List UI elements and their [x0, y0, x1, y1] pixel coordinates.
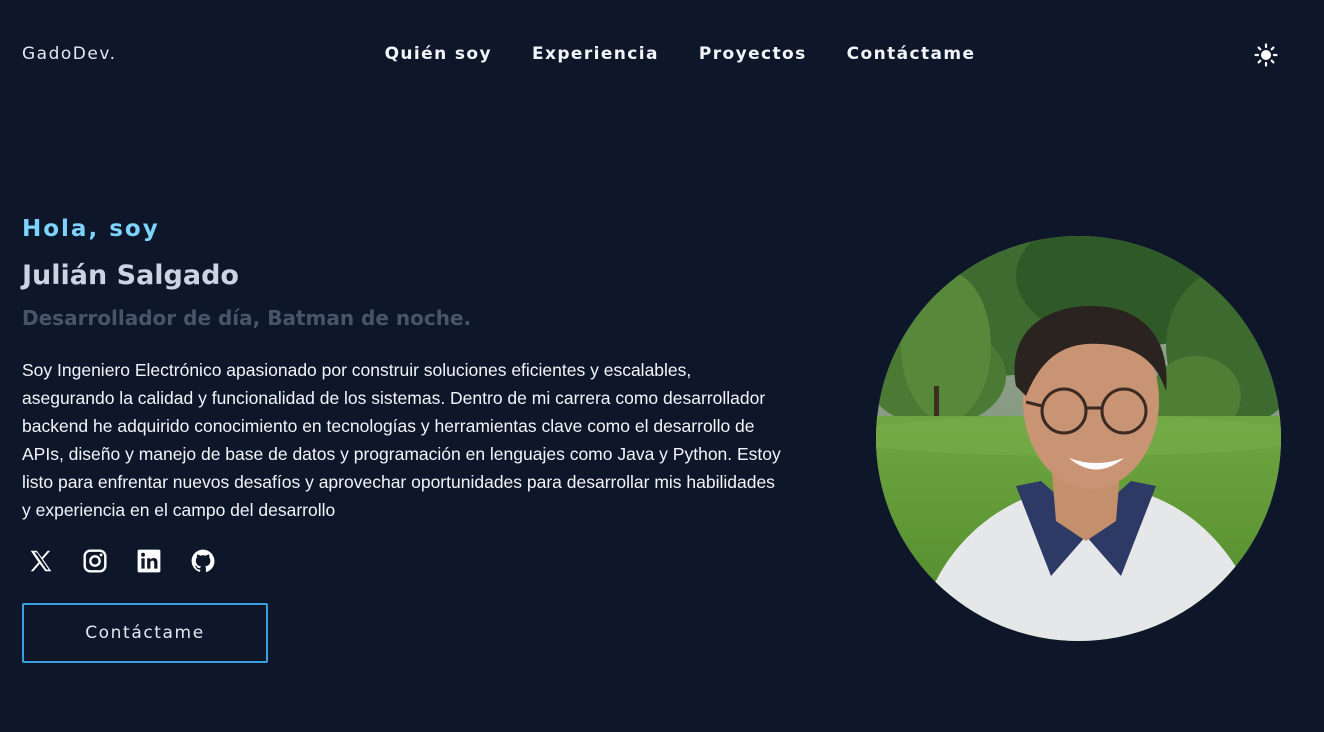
- nav-link-proyectos[interactable]: Proyectos: [699, 44, 807, 64]
- nav-link-quien-soy[interactable]: Quién soy: [385, 44, 492, 64]
- sun-icon: [1254, 43, 1278, 67]
- main-nav: Quién soy Experiencia Proyectos Contácta…: [0, 44, 1324, 64]
- instagram-link[interactable]: [82, 548, 108, 574]
- hero-tagline: Desarrollador de día, Batman de noche.: [22, 306, 472, 330]
- nav-link-experiencia[interactable]: Experiencia: [532, 44, 659, 64]
- github-link[interactable]: [190, 548, 216, 574]
- hero-name: Julián Salgado: [22, 260, 239, 291]
- linkedin-link[interactable]: [136, 548, 162, 574]
- nav-link-contactame[interactable]: Contáctame: [847, 44, 976, 64]
- instagram-icon: [83, 549, 107, 573]
- x-icon: [30, 550, 52, 572]
- x-link[interactable]: [28, 548, 54, 574]
- contact-button[interactable]: Contáctame: [22, 603, 268, 663]
- linkedin-icon: [137, 549, 161, 573]
- hero-greeting: Hola, soy: [22, 216, 160, 242]
- theme-toggle-button[interactable]: [1253, 42, 1279, 68]
- hero-bio: Soy Ingeniero Electrónico apasionado por…: [22, 360, 781, 520]
- social-links: [28, 548, 216, 574]
- github-icon: [191, 549, 215, 572]
- profile-photo: [876, 236, 1281, 641]
